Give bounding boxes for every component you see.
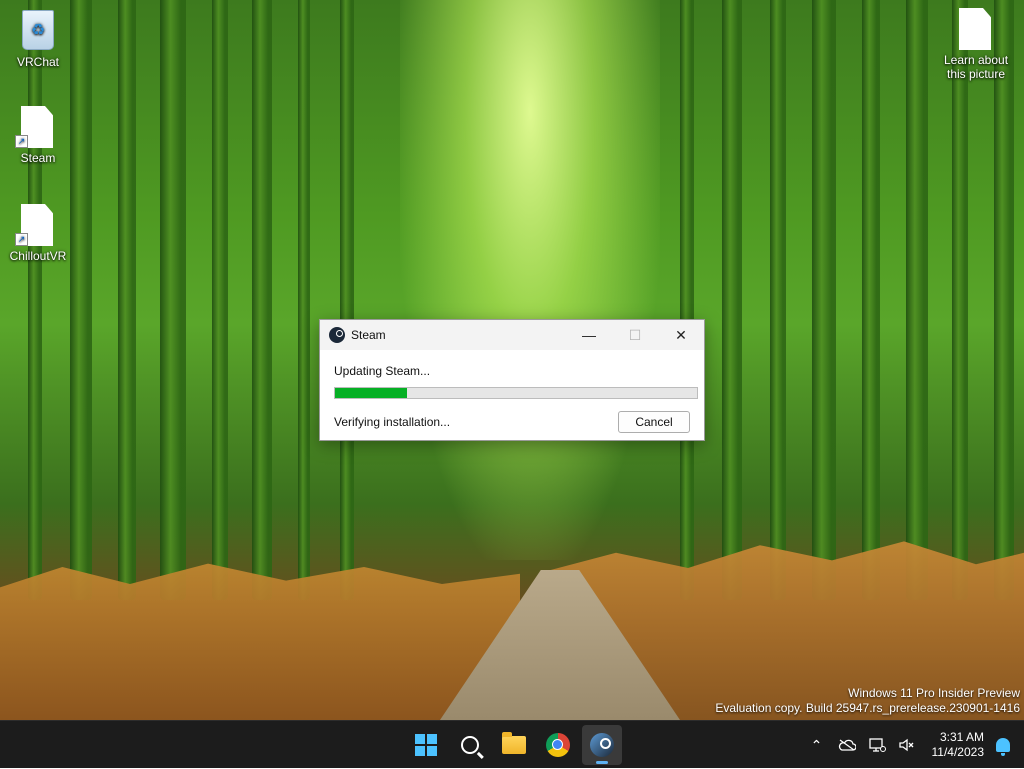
close-button[interactable]: ✕ — [658, 320, 704, 350]
recycle-bin-icon: ♻ — [21, 10, 55, 52]
file-explorer-button[interactable] — [494, 725, 534, 765]
bamboo-stalk — [118, 0, 136, 600]
desktop-icon-steam[interactable]: ↗ Steam — [0, 106, 76, 165]
steam-taskbar-button[interactable] — [582, 725, 622, 765]
desktop-icon-label: VRChat — [0, 55, 76, 69]
windows-logo-icon — [415, 734, 437, 756]
volume-muted-icon[interactable] — [892, 725, 922, 765]
chrome-button[interactable] — [538, 725, 578, 765]
progress-bar — [334, 387, 698, 399]
desktop-icon-label: ChilloutVR — [0, 249, 76, 263]
maximize-button: ☐ — [612, 320, 658, 350]
chrome-icon — [546, 733, 570, 757]
bamboo-stalk — [340, 0, 354, 600]
bamboo-stalk — [212, 0, 228, 600]
clock-time: 3:31 AM — [932, 730, 985, 745]
system-tray: ⌃ 3:31 AM 11/4/2023 — [802, 721, 1024, 769]
show-hidden-icons-chevron[interactable]: ⌃ — [802, 725, 832, 765]
notification-bell-icon[interactable] — [996, 738, 1010, 752]
bamboo-stalk — [722, 0, 742, 600]
minimize-button[interactable]: — — [566, 320, 612, 350]
windows-watermark: Windows 11 Pro Insider Preview Evaluatio… — [715, 686, 1020, 716]
desktop: ♻ VRChat ↗ Steam ↗ ChilloutVR Learn abou… — [0, 0, 1024, 720]
desktop-icon-label: Learn about this picture — [936, 53, 1016, 81]
file-shortcut-icon: ↗ — [21, 204, 55, 246]
bamboo-stalk — [770, 0, 786, 600]
network-icon[interactable] — [862, 725, 892, 765]
shortcut-arrow-icon: ↗ — [15, 135, 28, 148]
desktop-icon-vrchat[interactable]: ♻ VRChat — [0, 10, 76, 69]
dialog-title: Steam — [351, 328, 566, 342]
search-icon — [461, 736, 479, 754]
folder-icon — [502, 736, 526, 754]
bamboo-stalk — [28, 0, 42, 600]
bamboo-stalk — [680, 0, 694, 600]
watermark-line1: Windows 11 Pro Insider Preview — [715, 686, 1020, 701]
taskbar-apps — [404, 721, 624, 769]
dialog-titlebar[interactable]: Steam — ☐ ✕ — [320, 320, 704, 350]
desktop-icon-label: Steam — [0, 151, 76, 165]
bamboo-stalk — [160, 0, 186, 600]
watermark-line2: Evaluation copy. Build 25947.rs_prerelea… — [715, 701, 1020, 716]
start-button[interactable] — [406, 725, 446, 765]
bamboo-stalk — [252, 0, 272, 600]
progress-fill — [335, 388, 407, 398]
steam-update-dialog: Steam — ☐ ✕ Updating Steam... Verifying … — [319, 319, 705, 441]
clock-date: 11/4/2023 — [932, 745, 985, 760]
desktop-icon-learn-about-picture[interactable]: Learn about this picture — [936, 8, 1016, 81]
cancel-button[interactable]: Cancel — [618, 411, 690, 433]
bamboo-stalk — [298, 0, 310, 600]
steam-icon — [329, 327, 345, 343]
verify-status-text: Verifying installation... — [334, 415, 450, 429]
bamboo-stalk — [812, 0, 836, 600]
bamboo-stalk — [862, 0, 880, 600]
bamboo-stalk — [70, 0, 92, 600]
grass-left — [0, 550, 520, 720]
wallpaper-glow — [400, 0, 660, 560]
search-button[interactable] — [450, 725, 490, 765]
taskbar: ⌃ 3:31 AM 11/4/2023 — [0, 720, 1024, 768]
steam-icon — [590, 733, 614, 757]
shortcut-arrow-icon: ↗ — [15, 233, 28, 246]
clock[interactable]: 3:31 AM 11/4/2023 — [932, 730, 985, 760]
bamboo-stalk — [994, 0, 1014, 600]
desktop-icon-chilloutvr[interactable]: ↗ ChilloutVR — [0, 204, 76, 263]
onedrive-icon[interactable] — [832, 725, 862, 765]
bamboo-stalk — [906, 0, 928, 600]
bamboo-stalk — [952, 0, 968, 600]
update-status-text: Updating Steam... — [334, 364, 690, 378]
file-icon — [959, 8, 993, 50]
file-shortcut-icon: ↗ — [21, 106, 55, 148]
